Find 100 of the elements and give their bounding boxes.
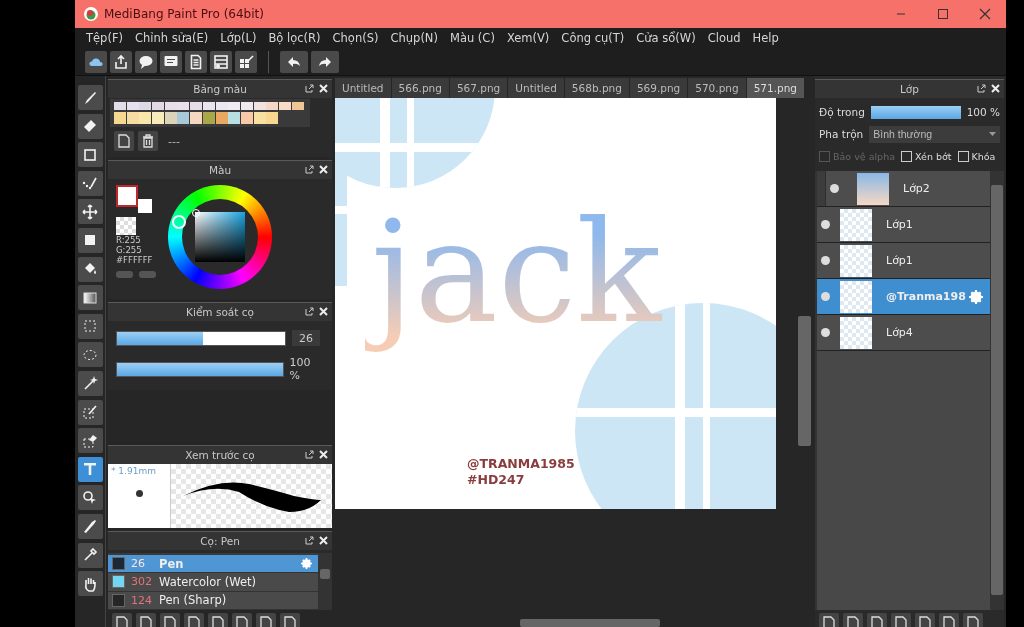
- color-swatch[interactable]: [228, 112, 241, 124]
- blend-mode-dropdown[interactable]: Bình thường: [869, 125, 1000, 143]
- scrollbar[interactable]: [990, 171, 1004, 610]
- panel-button[interactable]: [915, 613, 935, 627]
- scrollbar[interactable]: [318, 553, 332, 610]
- color-swatch[interactable]: [152, 112, 165, 124]
- panel-button[interactable]: [112, 613, 132, 627]
- visibility-toggle[interactable]: [821, 328, 830, 337]
- color-swatch[interactable]: [291, 102, 304, 110]
- document-tab[interactable]: 567.png: [449, 78, 508, 98]
- layer-row[interactable]: Lớp1: [817, 243, 990, 279]
- menu-item[interactable]: Chỉnh sửa(E): [129, 31, 215, 45]
- tool-button[interactable]: [77, 113, 103, 139]
- popout-icon[interactable]: [305, 450, 314, 459]
- color-swatch[interactable]: [202, 102, 215, 110]
- menu-item[interactable]: Chụp(N): [384, 31, 444, 45]
- slider-track[interactable]: [116, 330, 286, 346]
- tool-button[interactable]: [77, 313, 103, 339]
- scrollbar-thumb[interactable]: [520, 619, 660, 627]
- color-swatch[interactable]: [139, 102, 152, 110]
- share-button[interactable]: [110, 50, 132, 73]
- color-swatch[interactable]: [177, 102, 190, 110]
- new-palette-button[interactable]: [114, 131, 134, 151]
- gear-icon[interactable]: [301, 558, 312, 570]
- color-swatch[interactable]: [253, 112, 266, 124]
- menu-item[interactable]: Tệp(F): [80, 31, 129, 45]
- color-swatch[interactable]: [266, 102, 279, 110]
- color-swatch[interactable]: [202, 112, 215, 124]
- brush-item[interactable]: 302 Watercolor (Wet): [108, 573, 318, 592]
- saturation-square[interactable]: [195, 212, 245, 262]
- slider-fill[interactable]: [870, 105, 961, 119]
- document-tab[interactable]: 568b.png: [564, 78, 629, 98]
- color-swatch[interactable]: [253, 102, 266, 110]
- undo-button[interactable]: [280, 50, 308, 73]
- tool-button[interactable]: [77, 370, 103, 396]
- panel-button[interactable]: [819, 613, 839, 627]
- visibility-toggle[interactable]: [821, 292, 830, 301]
- color-swatch[interactable]: [240, 102, 253, 110]
- color-swatch[interactable]: [164, 102, 177, 110]
- color-swatch[interactable]: [215, 102, 228, 110]
- close-icon[interactable]: [319, 450, 328, 459]
- document-tab[interactable]: 569.png: [629, 78, 688, 98]
- visibility-toggle[interactable]: [830, 184, 839, 193]
- color-swatch[interactable]: [266, 112, 279, 124]
- panel-button[interactable]: [232, 613, 252, 627]
- tool-button[interactable]: [77, 227, 103, 253]
- grid-edit-button[interactable]: [235, 50, 257, 73]
- delete-button[interactable]: [138, 131, 158, 151]
- tool-button[interactable]: [77, 485, 103, 511]
- slider-fill[interactable]: [117, 362, 283, 376]
- tool-button[interactable]: [77, 256, 103, 282]
- document-tab[interactable]: 566.png: [391, 78, 449, 98]
- color-swatch[interactable]: [190, 112, 203, 124]
- color-swatch[interactable]: [190, 102, 203, 110]
- speech-bubble-button[interactable]: [135, 50, 157, 73]
- menu-item[interactable]: Cloud: [701, 31, 747, 45]
- visibility-toggle[interactable]: [821, 220, 830, 229]
- close-icon[interactable]: [991, 84, 1000, 93]
- color-swatch[interactable]: [126, 102, 139, 110]
- menu-item[interactable]: Chọn(S): [326, 31, 385, 45]
- tool-button[interactable]: [77, 513, 103, 539]
- menu-item[interactable]: Cửa sổ(W): [630, 31, 702, 45]
- list-settings-button[interactable]: [210, 50, 232, 73]
- panel-button[interactable]: [939, 613, 959, 627]
- document-tab[interactable]: 570.png: [688, 78, 746, 98]
- comment-button[interactable]: [160, 50, 182, 73]
- panel-button[interactable]: [891, 613, 911, 627]
- close-icon[interactable]: [319, 84, 328, 93]
- document-tab[interactable]: 571.png: [746, 78, 804, 98]
- color-swatch[interactable]: [114, 102, 126, 110]
- menu-item[interactable]: Help: [746, 31, 785, 45]
- background-color-swatch[interactable]: [138, 199, 152, 213]
- tool-button[interactable]: [77, 571, 103, 597]
- tool-button[interactable]: [77, 542, 103, 568]
- scrollbar-thumb[interactable]: [797, 316, 811, 446]
- tool-button[interactable]: [77, 170, 103, 196]
- layer-row[interactable]: Lớp2: [817, 171, 990, 207]
- panel-button[interactable]: [184, 613, 204, 627]
- panel-button[interactable]: [280, 613, 300, 627]
- document-button[interactable]: [185, 50, 207, 73]
- layer-row[interactable]: Lớp1: [817, 207, 990, 243]
- layer-row[interactable]: Lớp4: [817, 315, 990, 351]
- close-icon[interactable]: [319, 307, 328, 316]
- checkbox[interactable]: Khóa: [957, 150, 996, 162]
- popout-icon[interactable]: [305, 165, 314, 174]
- close-icon[interactable]: [319, 165, 328, 174]
- popout-icon[interactable]: [305, 307, 314, 316]
- foreground-color-swatch[interactable]: [116, 185, 138, 207]
- color-swatch[interactable]: [152, 102, 165, 110]
- panel-button[interactable]: [160, 613, 180, 627]
- menu-item[interactable]: Lớp(L): [214, 31, 263, 45]
- panel-button[interactable]: [256, 613, 276, 627]
- color-swatch[interactable]: [240, 112, 253, 124]
- color-swatch[interactable]: [215, 112, 228, 124]
- panel-button[interactable]: [136, 613, 156, 627]
- tool-button[interactable]: [77, 85, 103, 110]
- popout-icon[interactable]: [305, 84, 314, 93]
- panel-button[interactable]: [208, 613, 228, 627]
- tool-button[interactable]: [77, 399, 103, 425]
- tool-button[interactable]: [77, 456, 103, 482]
